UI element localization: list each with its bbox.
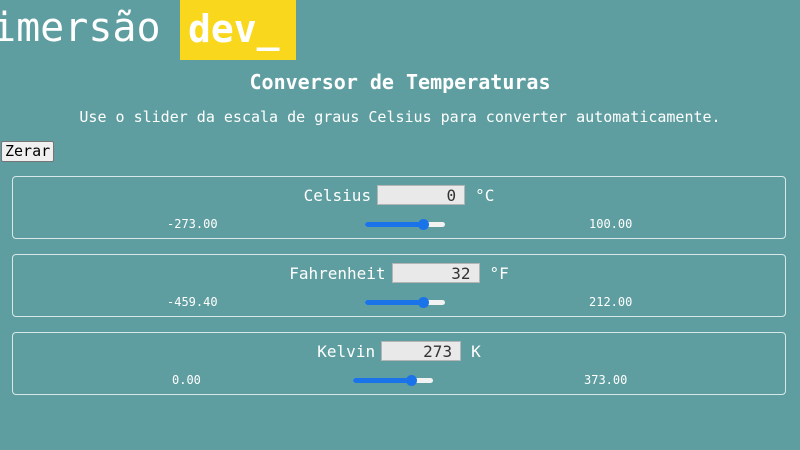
celsius-card: Celsius °C -273.00 100.00 <box>12 176 786 239</box>
logo-highlight-box: dev_ <box>180 0 296 60</box>
celsius-label: Celsius <box>303 185 372 205</box>
fahrenheit-slider[interactable] <box>365 297 445 308</box>
kelvin-row: Kelvin K <box>13 339 785 363</box>
converter-page: imersão dev_ Conversor de Temperaturas U… <box>0 0 800 450</box>
kelvin-card: Kelvin K 0.00 373.00 <box>12 332 786 395</box>
reset-button[interactable]: Zerar <box>1 141 55 162</box>
page-subtitle: Use o slider da escala de graus Celsius … <box>79 108 721 126</box>
kelvin-slider[interactable] <box>353 375 433 386</box>
celsius-min-label: -273.00 <box>167 217 218 231</box>
celsius-slider[interactable] <box>365 219 445 230</box>
celsius-symbol: °C <box>475 185 495 205</box>
fahrenheit-input[interactable] <box>391 263 480 283</box>
logo-text-light: imersão <box>0 5 161 51</box>
kelvin-input[interactable] <box>381 341 462 361</box>
fahrenheit-slider-fill <box>365 300 424 305</box>
kelvin-slider-thumb[interactable] <box>406 375 418 386</box>
celsius-slider-fill <box>365 222 424 227</box>
kelvin-max-label: 373.00 <box>584 373 628 387</box>
kelvin-min-label: 0.00 <box>172 373 201 387</box>
fahrenheit-symbol: °F <box>489 263 509 283</box>
celsius-slider-thumb[interactable] <box>418 219 430 230</box>
celsius-row: Celsius °C <box>13 183 785 207</box>
celsius-input[interactable] <box>377 185 466 205</box>
celsius-max-label: 100.00 <box>589 217 633 231</box>
kelvin-symbol: K <box>471 341 481 361</box>
fahrenheit-max-label: 212.00 <box>589 295 633 309</box>
logo-text-bold: dev_ <box>188 7 280 51</box>
fahrenheit-min-label: -459.40 <box>167 295 218 309</box>
page-title: Conversor de Temperaturas <box>249 70 551 94</box>
fahrenheit-row: Fahrenheit °F <box>13 261 785 285</box>
kelvin-label: Kelvin <box>317 341 376 361</box>
fahrenheit-card: Fahrenheit °F -459.40 212.00 <box>12 254 786 317</box>
fahrenheit-slider-thumb[interactable] <box>418 297 430 308</box>
kelvin-slider-fill <box>353 378 412 383</box>
fahrenheit-label: Fahrenheit <box>289 263 386 283</box>
